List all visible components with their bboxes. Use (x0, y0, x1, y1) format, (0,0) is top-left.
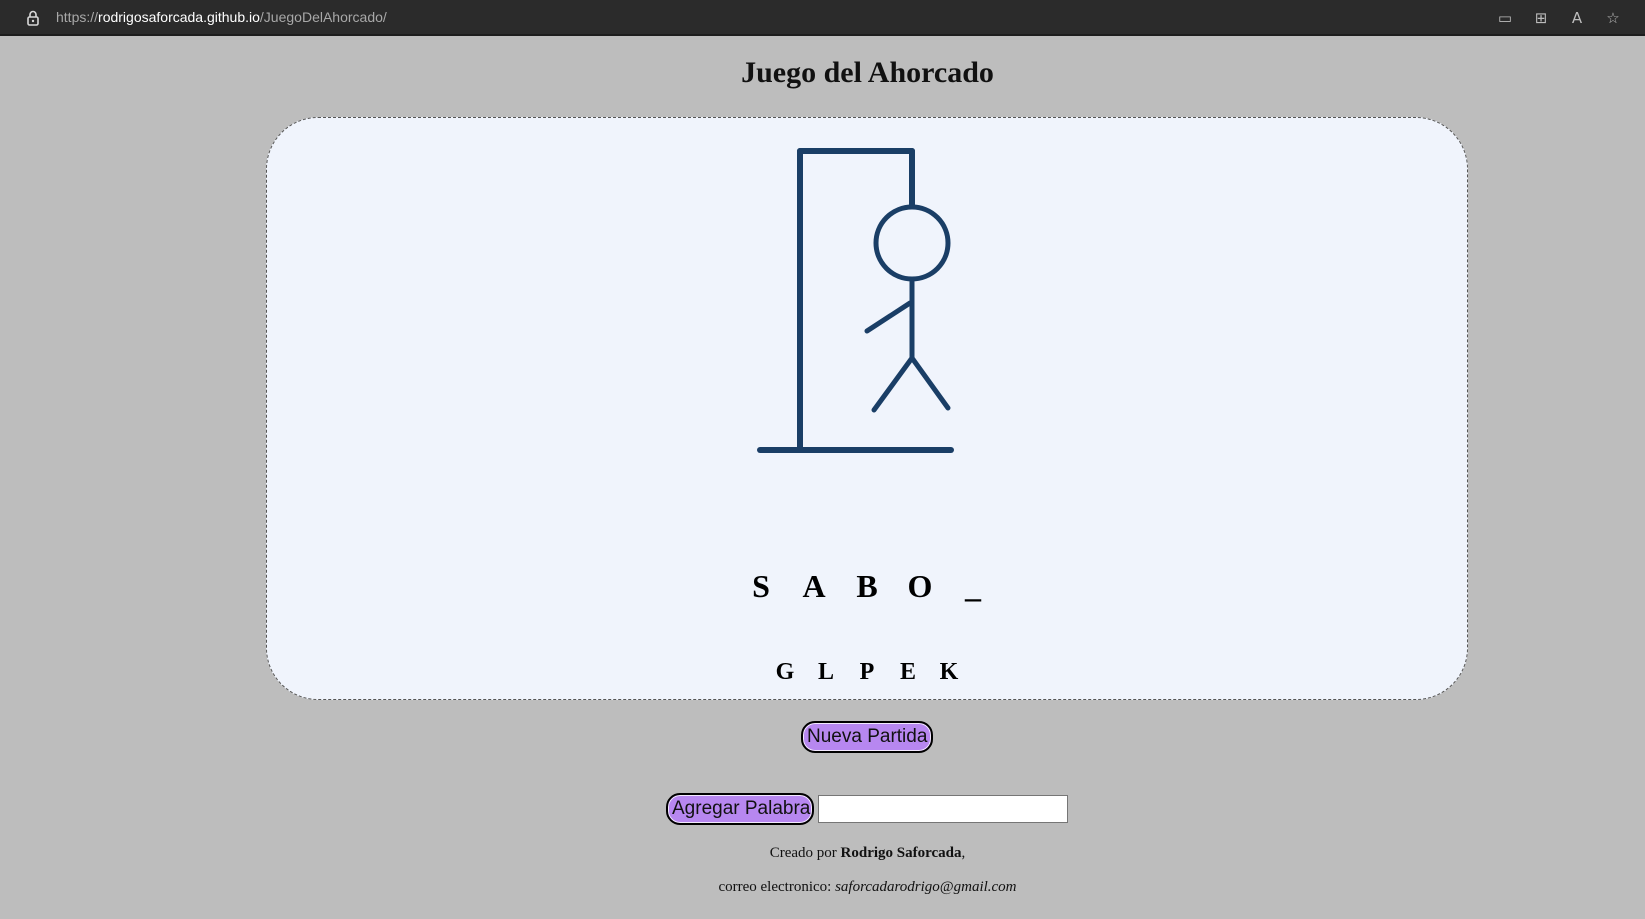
hangman-drawing (757, 148, 954, 453)
wrong-letter: E (899, 659, 916, 685)
wrong-letter: P (859, 659, 875, 685)
wrong-letter: L (817, 659, 834, 685)
add-word-button[interactable]: Agregar Palabra (666, 793, 814, 825)
add-word-input[interactable] (818, 795, 1068, 823)
favorites-icon[interactable]: ☆ (1603, 8, 1623, 28)
read-aloud-icon[interactable]: A (1567, 8, 1587, 28)
hangman-left-arm (864, 300, 913, 334)
author-name: Rodrigo Saforcada (840, 845, 962, 861)
devices-icon[interactable]: ▭ (1495, 8, 1515, 28)
hangman-head (873, 204, 951, 282)
word-display: S A B O _ (267, 568, 1467, 605)
wrong-letter: K (939, 659, 959, 685)
word-letter: _ (965, 568, 981, 604)
url-field[interactable]: https://rodrigosaforcada.github.io/Juego… (56, 9, 387, 25)
hangman-right-leg (909, 355, 951, 411)
word-letter: S (752, 568, 770, 604)
footer-credit: Creado por Rodrigo Saforcada, (769, 845, 966, 861)
browser-address-bar: https://rodrigosaforcada.github.io/Juego… (0, 0, 1645, 36)
game-board: S A B O _ GLPEK (266, 117, 1468, 700)
page-title: Juego del Ahorcado (741, 56, 994, 89)
word-letter: A (802, 568, 826, 604)
word-letter: O (907, 568, 933, 604)
footer-email: correo electronico: saforcadarodrigo@gma… (718, 879, 1017, 895)
wrong-letters: GLPEK (267, 659, 1467, 686)
apps-icon[interactable]: ⊞ (1531, 8, 1551, 28)
word-letter: B (856, 568, 878, 604)
wrong-letter: G (775, 659, 795, 685)
hangman-left-leg (871, 355, 915, 413)
lock-icon (27, 10, 39, 26)
new-game-button[interactable]: Nueva Partida (801, 721, 933, 753)
email-address: saforcadarodrigo@gmail.com (835, 879, 1017, 895)
